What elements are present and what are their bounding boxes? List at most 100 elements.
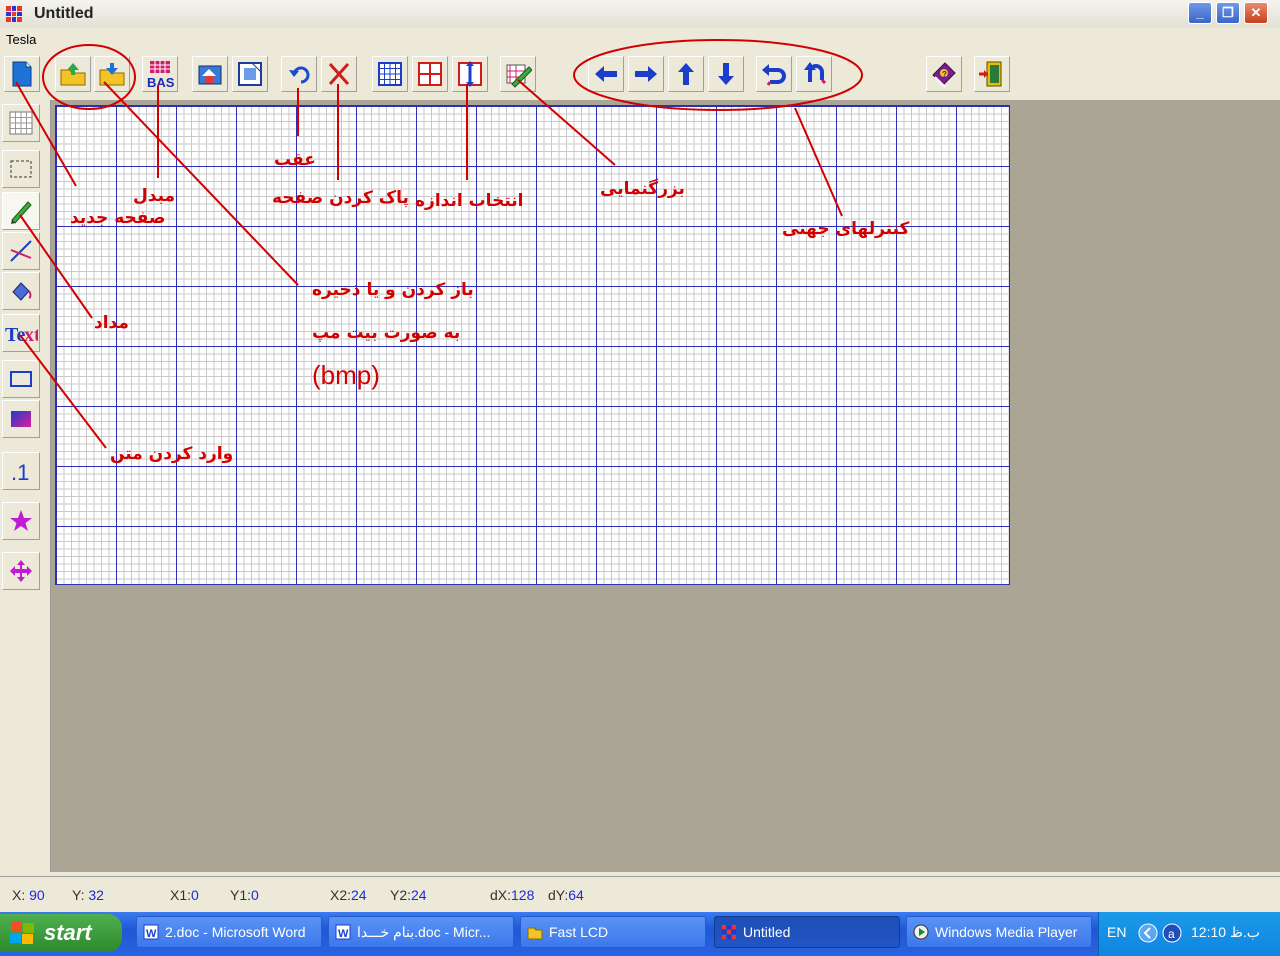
annotation-clear-page: پاک کردن صفحه — [272, 188, 409, 208]
drawing-canvas[interactable] — [55, 105, 1010, 585]
status-bar: X: 90 Y: 32 X1:0 Y1:0 X2:24 Y2:24 dX:128… — [0, 876, 1280, 911]
move-tool-button[interactable] — [2, 552, 40, 590]
task-fast-lcd[interactable]: Fast LCD — [520, 916, 706, 948]
arrow-down-icon — [718, 63, 734, 85]
svg-text:?: ? — [942, 70, 947, 79]
minimize-button[interactable]: _ — [1188, 2, 1212, 24]
annotation-converter: مبدل — [133, 186, 176, 206]
start-label: start — [44, 920, 92, 945]
move-left-button[interactable] — [588, 56, 624, 92]
language-indicator[interactable]: EN — [1107, 924, 1126, 940]
arrow-left-icon — [595, 66, 617, 82]
new-page-icon — [12, 61, 32, 87]
annotation-new-page: صفحه جدید — [70, 208, 166, 228]
svg-text:Te: Te — [5, 324, 26, 346]
windows-logo-icon — [10, 922, 34, 944]
resize-grid-icon — [458, 61, 482, 87]
image-house-icon — [198, 65, 222, 85]
menu-tesla[interactable]: Tesla — [6, 32, 36, 47]
open-folder-icon — [60, 63, 86, 86]
select-tool-button[interactable] — [2, 150, 40, 188]
line-icon — [10, 240, 32, 262]
media-player-icon — [913, 924, 929, 940]
annotation-open-save: باز کردن و یا ذخیره — [312, 280, 474, 300]
annotation-undo: عقب — [274, 150, 316, 170]
grid-icon — [9, 111, 33, 135]
undo-button[interactable] — [281, 56, 317, 92]
task-media-player[interactable]: Windows Media Player — [906, 916, 1092, 948]
exit-button[interactable] — [974, 56, 1010, 92]
status-x2: X2:24 — [330, 887, 367, 903]
text-tool-button[interactable]: Te xt — [2, 314, 40, 352]
annotation-zoom: بزرگنمایی — [600, 179, 685, 199]
start-button[interactable]: start — [0, 914, 122, 952]
star-icon — [10, 510, 32, 531]
selection-rect-icon — [10, 160, 32, 178]
fine-grid-icon — [378, 62, 402, 86]
tray-app-icon[interactable]: a — [1161, 922, 1183, 944]
arrow-up-icon — [678, 63, 694, 85]
move-down-button[interactable] — [708, 56, 744, 92]
size-select-button[interactable] — [452, 56, 488, 92]
move-up-button[interactable] — [668, 56, 704, 92]
rectangle-icon — [10, 371, 32, 387]
frame-tool-button[interactable] — [232, 56, 268, 92]
quad-grid-button[interactable] — [412, 56, 448, 92]
pencil-tool-button[interactable] — [2, 192, 40, 230]
undo-icon — [289, 66, 310, 84]
clear-page-button[interactable] — [321, 56, 357, 92]
task-untitled[interactable]: Untitled — [714, 916, 900, 948]
toolbar: BAS ? — [0, 52, 1280, 100]
status-y: Y: 32 — [72, 887, 104, 903]
title-bar: Untitled _ ❐ ✕ — [0, 0, 1280, 29]
save-folder-icon — [99, 63, 125, 86]
task-label: Fast LCD — [549, 924, 609, 940]
grid-toggle-button[interactable] — [372, 56, 408, 92]
zoom-button[interactable] — [500, 56, 536, 92]
word-doc-icon: W — [143, 924, 159, 940]
annotation-as-bitmap: به صورت بیت مپ — [312, 323, 461, 343]
new-page-button[interactable] — [4, 56, 40, 92]
maximize-button[interactable]: ❐ — [1216, 2, 1240, 24]
svg-text:W: W — [146, 928, 157, 940]
svg-text:a: a — [1168, 927, 1175, 941]
converter-button[interactable]: BAS — [142, 56, 178, 92]
clock: 12:10 ب.ظ — [1191, 924, 1260, 940]
folder-icon — [527, 927, 543, 940]
move-right-button[interactable] — [628, 56, 664, 92]
menu-bar: Tesla — [0, 28, 1280, 52]
point-tool-button[interactable]: .1 — [2, 452, 40, 490]
word-doc-icon: W — [335, 924, 351, 940]
text-icon: Text — [5, 324, 38, 346]
help-button[interactable]: ? — [926, 56, 962, 92]
close-button[interactable]: ✕ — [1244, 2, 1268, 24]
svg-text:W: W — [338, 928, 349, 940]
filled-rect-tool-button[interactable] — [2, 400, 40, 438]
zoom-pencil-icon — [506, 64, 532, 88]
annotation-text-input: وارد کردن متن — [110, 444, 234, 464]
task-word-bename[interactable]: W بنام خـــدا.doc - Micr... — [328, 916, 514, 948]
annotation-size-select: انتخاب اندازه — [415, 191, 524, 211]
open-file-button[interactable] — [55, 56, 91, 92]
tray-expand-icon[interactable] — [1137, 922, 1159, 944]
app-grid-icon — [722, 925, 736, 939]
save-file-button[interactable] — [94, 56, 130, 92]
status-dy: dY:64 — [548, 887, 584, 903]
svg-text:xt: xt — [24, 324, 38, 346]
window-title: Untitled — [34, 5, 94, 22]
shape-tool-button[interactable] — [2, 502, 40, 540]
task-word-2doc[interactable]: W 2.doc - Microsoft Word — [136, 916, 322, 948]
annotation-direction-controls: کنترلهای جهتی — [782, 219, 910, 239]
paint-bucket-icon — [12, 282, 32, 301]
gradient-rect-icon — [11, 411, 31, 427]
rotate-right-button[interactable] — [796, 56, 832, 92]
taskbar: start W 2.doc - Microsoft Word W بنام خـ… — [0, 912, 1280, 956]
fill-tool-button[interactable] — [2, 272, 40, 310]
grid-tool-button[interactable] — [2, 104, 40, 142]
rotate-left-button[interactable] — [756, 56, 792, 92]
line-tool-button[interactable] — [2, 232, 40, 270]
status-dx: dX:128 — [490, 887, 535, 903]
rectangle-tool-button[interactable] — [2, 360, 40, 398]
task-label: Untitled — [743, 924, 791, 940]
image-tool-button[interactable] — [192, 56, 228, 92]
